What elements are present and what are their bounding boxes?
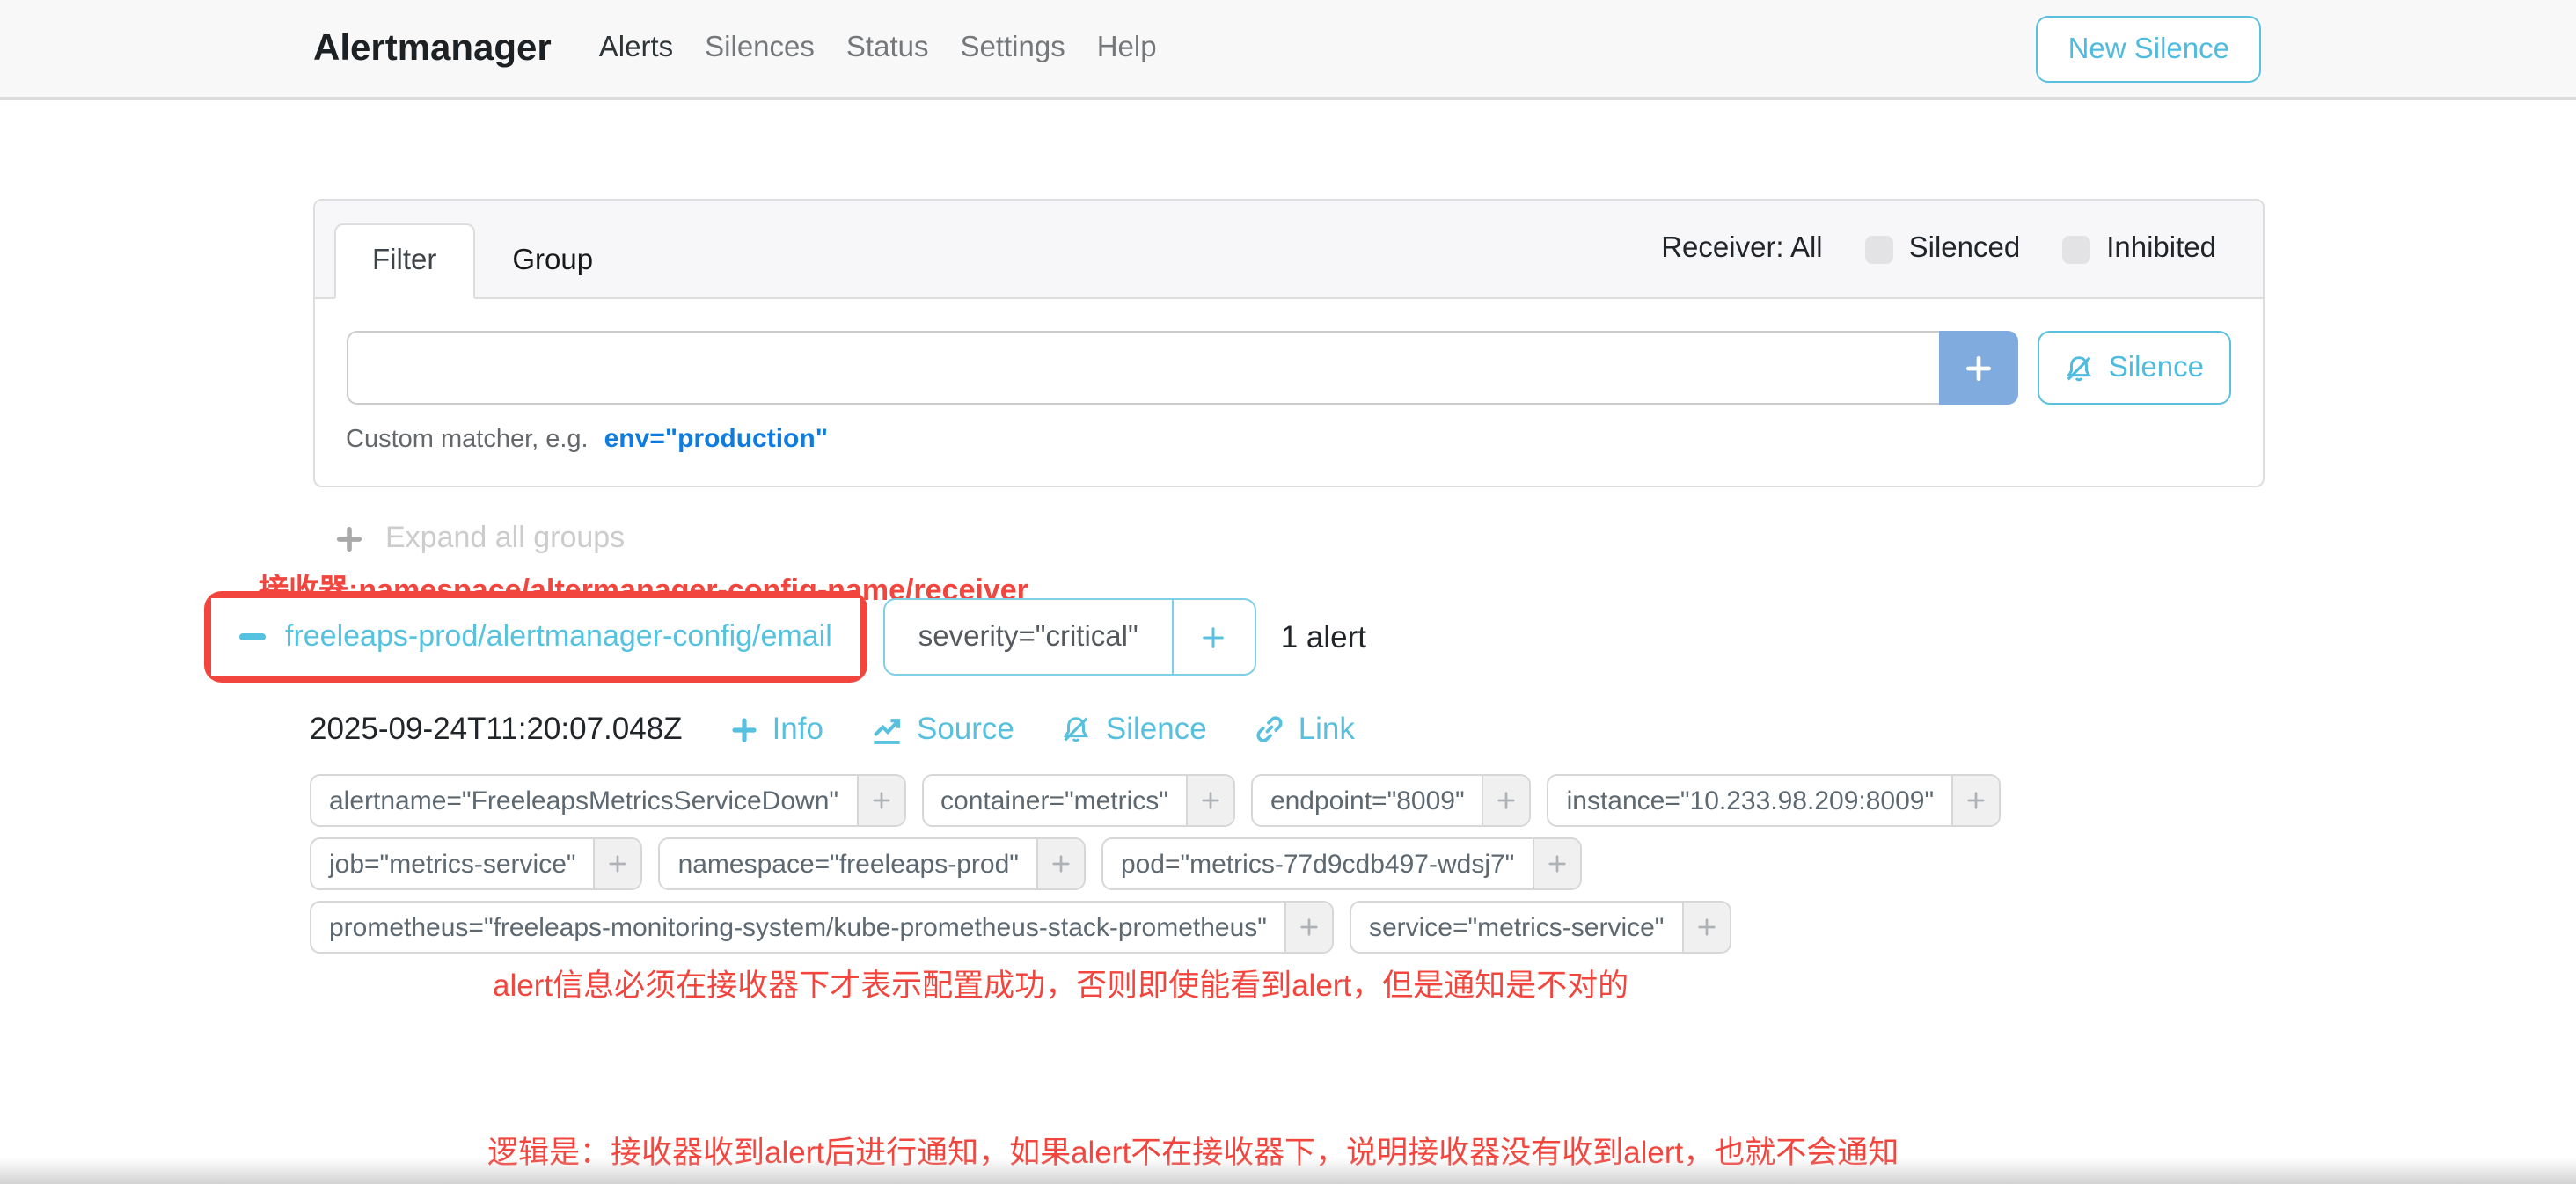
alert-silence-link[interactable]: Silence [1062, 711, 1207, 748]
bell-slash-icon [2065, 353, 2095, 383]
group-matcher-label[interactable]: severity="critical" [885, 600, 1172, 674]
label-add-button[interactable] [1951, 776, 1999, 825]
alert-start-time: 2025-09-24T11:20:07.048Z [310, 711, 683, 748]
new-silence-button[interactable]: New Silence [2037, 16, 2261, 83]
label-chip-text[interactable]: container="metrics" [923, 776, 1186, 825]
alert-source-link[interactable]: Source [871, 711, 1014, 748]
bell-slash-icon [1062, 714, 1092, 744]
alert-labels: alertname="FreeleapsMetricsServiceDown" … [310, 774, 2001, 954]
matcher-input-row: Silence [346, 331, 2230, 405]
nav-item-status[interactable]: Status [846, 32, 929, 65]
link-icon [1255, 714, 1284, 744]
add-matcher-button[interactable] [1940, 331, 2019, 405]
label-chip: pod="metrics-77d9cdb497-wdsj7" [1101, 837, 1581, 890]
label-chip-text[interactable]: pod="metrics-77d9cdb497-wdsj7" [1103, 839, 1532, 888]
label-add-button[interactable] [856, 776, 904, 825]
plus-icon [1965, 353, 1994, 383]
label-add-button[interactable] [1036, 839, 1084, 888]
label-add-button[interactable] [594, 839, 641, 888]
group-matcher-chip: severity="critical" [883, 598, 1256, 676]
label-chip-text[interactable]: service="metrics-service" [1351, 903, 1682, 952]
inhibited-checkbox-wrap[interactable]: Inhibited [2062, 232, 2216, 266]
plus-icon [336, 525, 362, 552]
silenced-checkbox[interactable] [1865, 235, 1893, 263]
label-add-button[interactable] [1284, 903, 1332, 952]
label-add-button[interactable] [1532, 839, 1579, 888]
nav-item-alerts[interactable]: Alerts [599, 32, 673, 65]
label-chip: container="metrics" [921, 774, 1235, 827]
alert-detail: 2025-09-24T11:20:07.048Z Info Source [310, 711, 2001, 954]
annotation-config-note: alert信息必须在接收器下才表示配置成功，否则即使能看到alert，但是通知是… [493, 962, 1628, 1006]
receiver-selector[interactable]: Receiver: All [1661, 232, 1822, 266]
filter-card-header: Filter Group Receiver: All Silenced Inhi… [314, 201, 2262, 299]
tab-group[interactable]: Group [475, 225, 630, 297]
label-chip: namespace="freeleaps-prod" [659, 837, 1086, 890]
alertmanager-page: Alertmanager Alerts Silences Status Sett… [0, 0, 2576, 1184]
matcher-input[interactable] [346, 331, 1940, 405]
alert-info-link[interactable]: Info [730, 711, 823, 748]
expand-all-groups[interactable]: Expand all groups [336, 521, 625, 556]
alert-labels-row: job="metrics-service" namespace="freelea… [310, 837, 1581, 890]
nav-item-silences[interactable]: Silences [705, 32, 815, 65]
inhibited-checkbox-label: Inhibited [2106, 232, 2216, 266]
label-add-button[interactable] [1482, 776, 1530, 825]
label-chip-text[interactable]: prometheus="freeleaps-monitoring-system/… [311, 903, 1284, 952]
filter-header-controls: Receiver: All Silenced Inhibited [1661, 232, 2216, 266]
alert-count: 1 alert [1281, 618, 1366, 655]
alert-source-label: Source [917, 711, 1014, 748]
label-chip-text[interactable]: alertname="FreeleapsMetricsServiceDown" [311, 776, 856, 825]
silence-filter-button[interactable]: Silence [2038, 331, 2230, 405]
alert-labels-row: alertname="FreeleapsMetricsServiceDown" … [310, 774, 2001, 827]
label-chip: alertname="FreeleapsMetricsServiceDown" [310, 774, 905, 827]
label-chip-text[interactable]: namespace="freeleaps-prod" [661, 839, 1036, 888]
chart-line-icon [871, 713, 903, 745]
nav-links: Alerts Silences Status Settings Help [599, 32, 1157, 65]
label-add-button[interactable] [1186, 776, 1233, 825]
label-chip: instance="10.233.98.209:8009" [1548, 774, 2002, 827]
bottom-fade [0, 1158, 2576, 1184]
alert-group-row: freeleaps-prod/alertmanager-config/email… [204, 591, 1366, 683]
matcher-hint-text: Custom matcher, e.g. [346, 426, 589, 454]
annotation-highlight-box: freeleaps-prod/alertmanager-config/email [204, 591, 867, 683]
receiver-group-button[interactable]: freeleaps-prod/alertmanager-config/email [211, 598, 860, 676]
plus-icon [730, 715, 758, 743]
minus-icon [239, 633, 266, 641]
plus-icon [1201, 624, 1227, 650]
alert-silence-label: Silence [1106, 711, 1207, 748]
nav-item-settings[interactable]: Settings [960, 32, 1065, 65]
silenced-checkbox-label: Silenced [1909, 232, 2021, 266]
label-chip-text[interactable]: instance="10.233.98.209:8009" [1549, 776, 1952, 825]
top-navbar: Alertmanager Alerts Silences Status Sett… [0, 0, 2576, 100]
alert-meta-row: 2025-09-24T11:20:07.048Z Info Source [310, 711, 2001, 748]
filter-card: Filter Group Receiver: All Silenced Inhi… [312, 199, 2264, 487]
matcher-hint: Custom matcher, e.g. env="production" [346, 424, 2230, 454]
alert-info-label: Info [772, 711, 823, 748]
inhibited-checkbox[interactable] [2062, 235, 2090, 263]
alert-link-link[interactable]: Link [1255, 711, 1355, 748]
label-chip: prometheus="freeleaps-monitoring-system/… [310, 901, 1334, 954]
group-matcher-add-button[interactable] [1172, 600, 1255, 674]
silence-filter-label: Silence [2109, 351, 2204, 384]
label-chip: service="metrics-service" [1350, 901, 1731, 954]
filter-card-body: Silence Custom matcher, e.g. env="produc… [314, 299, 2262, 486]
alert-labels-row: prometheus="freeleaps-monitoring-system/… [310, 901, 1731, 954]
matcher-example-link[interactable]: env="production" [604, 424, 828, 454]
label-chip-text[interactable]: endpoint="8009" [1253, 776, 1482, 825]
expand-all-groups-label: Expand all groups [385, 521, 625, 556]
label-chip-text[interactable]: job="metrics-service" [311, 839, 594, 888]
tab-filter[interactable]: Filter [333, 223, 475, 299]
app-brand[interactable]: Alertmanager [313, 27, 552, 69]
silenced-checkbox-wrap[interactable]: Silenced [1865, 232, 2021, 266]
alert-link-label: Link [1299, 711, 1355, 748]
label-chip: job="metrics-service" [310, 837, 643, 890]
label-add-button[interactable] [1681, 903, 1729, 952]
receiver-group-label: freeleaps-prod/alertmanager-config/email [285, 619, 832, 654]
label-chip: endpoint="8009" [1251, 774, 1532, 827]
nav-item-help[interactable]: Help [1097, 32, 1157, 65]
